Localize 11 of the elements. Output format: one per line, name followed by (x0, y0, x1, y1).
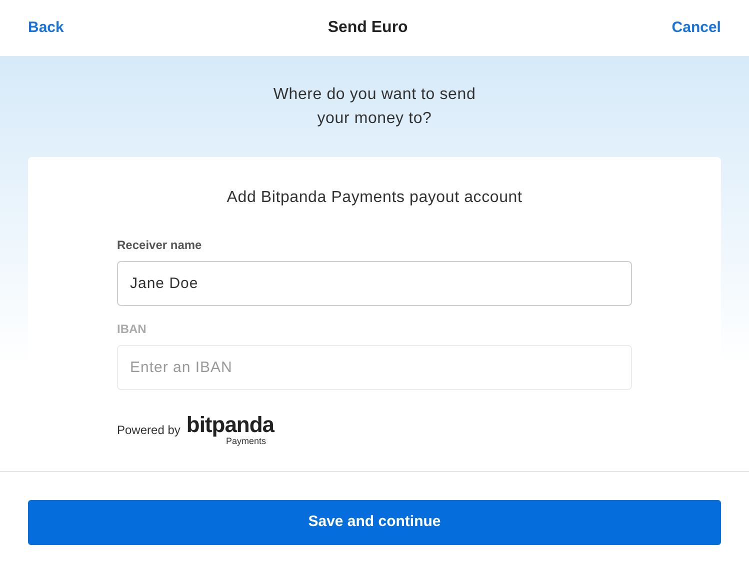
input-field[interactable]: Jane Doe (117, 261, 632, 306)
screen-title: Send Euro (328, 18, 408, 38)
bitpanda-logo: bitpanda Payments (186, 414, 274, 446)
powered-by-text: Powered by (117, 422, 180, 439)
save-and-continue-button[interactable]: Save and continue (28, 500, 721, 545)
card-title: Add Bitpanda Payments payout account (226, 188, 522, 208)
field-label: Receiver name (117, 237, 203, 254)
question-text: Where do you want to send your money to? (272, 84, 477, 128)
field-label: IBAN (117, 321, 148, 338)
cancel-button[interactable]: Cancel (672, 16, 721, 40)
back-button[interactable]: Back (28, 16, 64, 40)
